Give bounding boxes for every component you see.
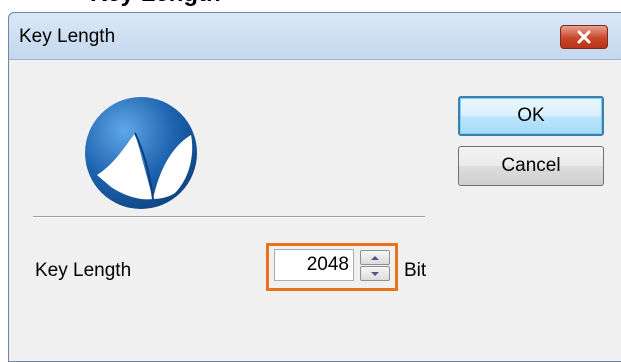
spin-down-button[interactable] <box>360 266 390 281</box>
dialog-body: Key Length 2048 Bit OK Cancel <box>9 59 621 361</box>
arrow-down-icon <box>371 271 379 276</box>
dialog-window: Key Length Key Length 2048 Bit OK Cancel <box>8 12 621 362</box>
title-bar[interactable]: Key Length <box>9 13 621 59</box>
arrow-up-icon <box>371 255 379 260</box>
close-icon <box>577 30 591 44</box>
window-title: Key Length <box>19 26 116 47</box>
unit-label: Bit <box>404 260 427 281</box>
separator <box>33 216 425 218</box>
cancel-button[interactable]: Cancel <box>458 146 604 186</box>
screenshot-caption: Key Length <box>90 0 221 8</box>
close-button[interactable] <box>560 25 608 49</box>
key-length-label: Key Length <box>35 260 132 281</box>
ok-button[interactable]: OK <box>458 96 604 136</box>
spin-up-button[interactable] <box>360 250 390 265</box>
app-logo <box>85 97 197 209</box>
key-length-input[interactable]: 2048 <box>274 249 354 281</box>
